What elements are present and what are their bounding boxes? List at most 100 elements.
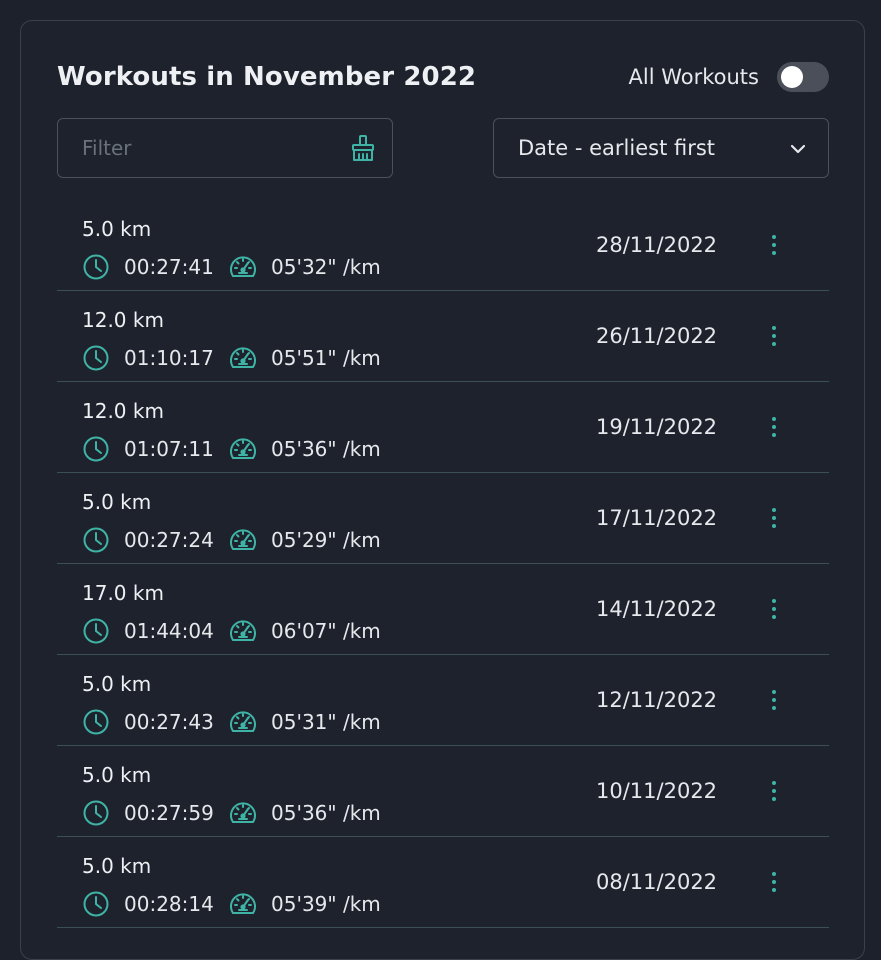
more-dot xyxy=(772,599,776,603)
workout-distance: 5.0 km xyxy=(82,763,152,787)
workout-distance: 5.0 km xyxy=(82,217,152,241)
workout-row[interactable]: 5.0 km 00:27:43 05'31" /km 12/11/2022 xyxy=(57,655,829,746)
more-dot xyxy=(772,690,776,694)
workout-pace: 05'29" /km xyxy=(271,528,381,552)
workout-duration: 01:10:17 xyxy=(124,346,214,370)
workout-pace: 05'36" /km xyxy=(271,437,381,461)
workout-duration: 00:28:14 xyxy=(124,892,214,916)
workout-row[interactable]: 5.0 km 00:27:24 05'29" /km 17/11/2022 xyxy=(57,473,829,564)
clock-icon xyxy=(82,617,110,645)
clock-icon xyxy=(82,890,110,918)
workout-duration: 00:27:41 xyxy=(124,255,214,279)
workout-meta: 00:27:59 05'36" /km xyxy=(82,798,381,828)
workout-pace: 05'39" /km xyxy=(271,892,381,916)
more-dot xyxy=(772,781,776,785)
more-options-icon[interactable] xyxy=(761,321,787,351)
more-dot xyxy=(772,797,776,801)
more-dot xyxy=(772,425,776,429)
workout-date: 28/11/2022 xyxy=(596,233,718,257)
workout-meta: 00:27:41 05'32" /km xyxy=(82,252,381,282)
workout-pace: 05'31" /km xyxy=(271,710,381,734)
more-dot xyxy=(772,880,776,884)
workouts-card: Workouts in November 2022 All Workouts F… xyxy=(20,20,865,960)
workout-date: 19/11/2022 xyxy=(596,415,718,439)
workout-distance: 5.0 km xyxy=(82,490,152,514)
workout-duration: 01:07:11 xyxy=(124,437,214,461)
more-dot xyxy=(772,524,776,528)
more-dot xyxy=(772,334,776,338)
speedometer-icon xyxy=(228,617,258,645)
more-dot xyxy=(772,615,776,619)
more-dot xyxy=(772,342,776,346)
sort-select[interactable]: Date - earliest first xyxy=(493,118,829,178)
workout-row[interactable]: 17.0 km 01:44:04 06'07" /km 14/11/2022 xyxy=(57,564,829,655)
clock-icon xyxy=(82,799,110,827)
workout-date: 14/11/2022 xyxy=(596,597,718,621)
all-workouts-label: All Workouts xyxy=(628,65,759,89)
workout-row[interactable]: 12.0 km 01:10:17 05'51" /km 26/11/2022 xyxy=(57,291,829,382)
more-dot xyxy=(772,888,776,892)
more-dot xyxy=(772,698,776,702)
workout-row[interactable]: 12.0 km 01:07:11 05'36" /km 19/11/2022 xyxy=(57,382,829,473)
broom-icon[interactable] xyxy=(348,133,378,163)
more-options-icon[interactable] xyxy=(761,776,787,806)
card-header: Workouts in November 2022 All Workouts xyxy=(57,59,829,95)
more-options-icon[interactable] xyxy=(761,685,787,715)
workout-distance: 5.0 km xyxy=(82,672,152,696)
all-workouts-toggle[interactable] xyxy=(777,62,829,92)
workout-distance: 12.0 km xyxy=(82,308,164,332)
workout-duration: 01:44:04 xyxy=(124,619,214,643)
more-dot xyxy=(772,516,776,520)
workout-distance: 12.0 km xyxy=(82,399,164,423)
workout-pace: 05'36" /km xyxy=(271,801,381,825)
more-dot xyxy=(772,607,776,611)
workout-date: 10/11/2022 xyxy=(596,779,718,803)
sort-selected-label: Date - earliest first xyxy=(518,136,716,160)
clock-icon xyxy=(82,708,110,736)
more-dot xyxy=(772,789,776,793)
workout-distance: 17.0 km xyxy=(82,581,164,605)
more-dot xyxy=(772,508,776,512)
more-dot xyxy=(772,251,776,255)
workout-pace: 05'32" /km xyxy=(271,255,381,279)
controls-bar: Date - earliest first xyxy=(57,118,829,178)
more-options-icon[interactable] xyxy=(761,594,787,624)
more-dot xyxy=(772,433,776,437)
speedometer-icon xyxy=(228,344,258,372)
more-options-icon[interactable] xyxy=(761,867,787,897)
clock-icon xyxy=(82,344,110,372)
speedometer-icon xyxy=(228,799,258,827)
workout-duration: 00:27:24 xyxy=(124,528,214,552)
speedometer-icon xyxy=(228,435,258,463)
chevron-down-icon xyxy=(790,139,806,158)
more-dot xyxy=(772,235,776,239)
workout-date: 17/11/2022 xyxy=(596,506,718,530)
workout-meta: 01:44:04 06'07" /km xyxy=(82,616,381,646)
workout-meta: 00:27:24 05'29" /km xyxy=(82,525,381,555)
speedometer-icon xyxy=(228,890,258,918)
clock-icon xyxy=(82,526,110,554)
workout-meta: 01:10:17 05'51" /km xyxy=(82,343,381,373)
workout-meta: 01:07:11 05'36" /km xyxy=(82,434,381,464)
workout-pace: 06'07" /km xyxy=(271,619,381,643)
more-options-icon[interactable] xyxy=(761,412,787,442)
workout-distance: 5.0 km xyxy=(82,854,152,878)
speedometer-icon xyxy=(228,253,258,281)
workout-list: 5.0 km 00:27:41 05'32" /km 28/11/2022 12… xyxy=(57,200,829,928)
more-options-icon[interactable] xyxy=(761,503,787,533)
more-dot xyxy=(772,872,776,876)
workout-row[interactable]: 5.0 km 00:28:14 05'39" /km 08/11/2022 xyxy=(57,837,829,928)
more-options-icon[interactable] xyxy=(761,230,787,260)
workout-row[interactable]: 5.0 km 00:27:41 05'32" /km 28/11/2022 xyxy=(57,200,829,291)
clock-icon xyxy=(82,435,110,463)
workout-row[interactable]: 5.0 km 00:27:59 05'36" /km 10/11/2022 xyxy=(57,746,829,837)
filter-input[interactable] xyxy=(82,136,348,160)
filter-field xyxy=(57,118,393,178)
workout-meta: 00:27:43 05'31" /km xyxy=(82,707,381,737)
more-dot xyxy=(772,706,776,710)
workout-duration: 00:27:43 xyxy=(124,710,214,734)
more-dot xyxy=(772,326,776,330)
workout-duration: 00:27:59 xyxy=(124,801,214,825)
workout-date: 08/11/2022 xyxy=(596,870,718,894)
workout-pace: 05'51" /km xyxy=(271,346,381,370)
